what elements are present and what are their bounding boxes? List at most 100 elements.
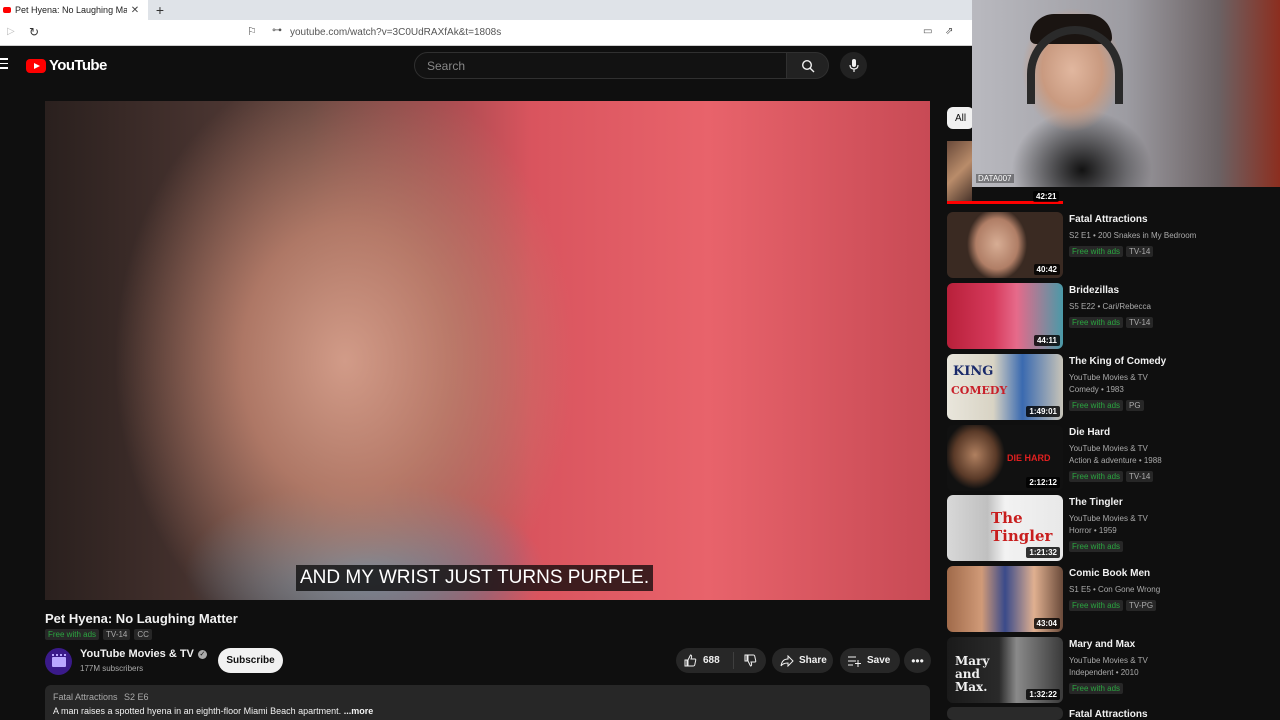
recommendation-thumbnail[interactable]: KING COMEDY 1:49:01 [947,354,1063,420]
rating-badge: TV-14 [1126,471,1154,482]
recommendation-meta: S1 E5 • Con Gone Wrong [1069,585,1161,594]
recommendation-thumbnail[interactable]: DIE HARD 2:12:12 [947,425,1063,491]
description-box[interactable]: Fatal Attractions S2 E6 A man raises a s… [45,685,930,720]
save-button[interactable]: Save [840,648,900,673]
share-button[interactable]: Share [772,648,833,673]
recommendation-item[interactable]: Fatal Attractions [947,707,1280,720]
screen: Pet Hyena: No Laughing Matter ✕ + ▷ ↻ ⚐ … [0,0,1280,720]
more-actions-button[interactable]: ••• [904,648,931,673]
video-caption: AND MY WRIST JUST TURNS PURPLE. [296,565,654,591]
free-with-ads-badge: Free with ads [1069,683,1124,694]
recommendation-title[interactable]: Comic Book Men [1069,568,1150,579]
thumbs-up-icon [684,654,697,667]
share-icon [780,654,794,667]
thumb-text-king: KING [953,364,994,379]
recommendation-duration: 43:04 [1033,618,1060,629]
recommendation-item[interactable]: 44:11 Bridezillas S5 E22 • Cari/Rebecca … [947,283,1280,349]
channel-avatar[interactable] [45,648,72,675]
recommendation-meta: S5 E22 • Cari/Rebecca [1069,302,1151,311]
recommendation-thumbnail[interactable]: Mary and Max. 1:32:22 [947,637,1063,703]
recommendation-meta: Comedy • 1983 [1069,385,1124,394]
close-tab-icon[interactable]: ✕ [127,5,143,16]
browser-tab[interactable]: Pet Hyena: No Laughing Matter ✕ [0,0,148,20]
recommendation-duration: 1:49:01 [1026,406,1060,417]
playlist-add-icon [848,656,861,667]
recommendation-title[interactable]: Die Hard [1069,427,1110,438]
recommendation-item[interactable]: 40:42 Fatal Attractions S2 E1 • 200 Snak… [947,212,1280,278]
free-with-ads-badge: Free with ads [1069,317,1124,328]
webcam-label: DATA007 [976,174,1014,183]
recommendation-title[interactable]: Fatal Attractions [1069,709,1148,720]
recommendation-thumbnail[interactable] [947,707,1063,720]
search-input[interactable] [415,53,786,78]
recommendation-title[interactable]: Mary and Max [1069,639,1135,650]
recommendation-item[interactable]: The Tingler 1:21:32 The Tingler YouTube … [947,495,1280,561]
cast-icon[interactable]: ▭ [923,26,932,37]
subscribe-button[interactable]: Subscribe [218,648,283,673]
description-text: A man raises a spotted hyena in an eight… [53,706,922,716]
voice-search-button[interactable] [840,52,867,79]
video-badges: Free with ads TV-14 CC [45,629,152,640]
dislike-button[interactable] [734,654,766,667]
search-button[interactable] [786,52,829,79]
like-count: 688 [703,655,720,666]
description-more-link[interactable]: ...more [344,706,374,716]
thumb-text-comedy: COMEDY [951,384,1008,397]
rating-badge: PG [1126,400,1144,411]
thumb-text-diehard: DIE HARD [1007,453,1051,463]
url-text[interactable]: youtube.com/watch?v=3C0UdRAXfAk&t=1808s [290,27,501,38]
free-with-ads-badge: Free with ads [1069,541,1124,552]
video-player[interactable] [45,101,930,600]
save-label: Save [867,655,891,666]
tab-title: Pet Hyena: No Laughing Matter [15,5,127,15]
filter-chip-all[interactable]: All [947,107,974,129]
bookmark-icon[interactable]: ⚐ [247,25,257,38]
recommendation-badges: Free with ads [1069,541,1124,552]
cc-badge: CC [134,629,152,640]
recommendation-title[interactable]: Fatal Attractions [1069,214,1148,225]
recommendation-thumbnail[interactable]: 43:04 [947,566,1063,632]
new-tab-button[interactable]: + [152,1,168,19]
recommendation-item[interactable]: 43:04 Comic Book Men S1 E5 • Con Gone Wr… [947,566,1280,632]
recommendation-duration: 40:42 [1033,264,1060,275]
recommendation-duration: 1:32:22 [1026,689,1060,700]
share-page-icon[interactable]: ⇗ [945,26,953,37]
hamburger-menu-icon[interactable] [0,58,8,70]
recommendation-thumbnail[interactable]: 40:42 [947,212,1063,278]
reload-icon[interactable]: ↻ [29,25,39,39]
rating-badge: TV-14 [1126,317,1154,328]
recommendation-item[interactable]: Mary and Max. 1:32:22 Mary and Max YouTu… [947,637,1280,703]
recommendation-item[interactable]: DIE HARD 2:12:12 Die Hard YouTube Movies… [947,425,1280,491]
thumb-text-marymax: Mary and Max. [955,654,990,694]
recommendation-badges: Free with ads [1069,683,1124,694]
description-episode: S2 E6 [124,692,149,702]
recommendation-thumbnail[interactable]: 44:11 [947,283,1063,349]
recommendation-duration: 44:11 [1033,335,1060,346]
forward-icon[interactable]: ▷ [7,26,15,37]
recommendation-title[interactable]: The King of Comedy [1069,356,1166,367]
youtube-logo-text: YouTube [49,57,107,74]
youtube-logo[interactable]: YouTube [26,57,107,74]
description-meta: Fatal Attractions S2 E6 [53,692,922,702]
like-button[interactable]: 688 [676,652,734,669]
recommendation-channel: YouTube Movies & TV [1069,444,1148,453]
channel-name[interactable]: YouTube Movies & TV ✓ [80,648,207,660]
recommendation-channel: YouTube Movies & TV [1069,656,1148,665]
recommendation-title[interactable]: Bridezillas [1069,285,1119,296]
search-icon [801,59,814,72]
thumbs-down-icon [744,654,756,667]
recommendation-thumbnail[interactable]: The Tingler 1:21:32 [947,495,1063,561]
recommendation-title[interactable]: The Tingler [1069,497,1123,508]
free-with-ads-badge: Free with ads [1069,246,1124,257]
recommendation-badges: Free with ads TV-14 [1069,246,1154,257]
first-recommendation-thumbnail[interactable] [947,141,972,203]
recommendation-channel: YouTube Movies & TV [1069,514,1148,523]
recommendation-item[interactable]: KING COMEDY 1:49:01 The King of Comedy Y… [947,354,1280,420]
recommendation-meta: Horror • 1959 [1069,526,1117,535]
like-dislike-group: 688 [676,648,766,673]
clapperboard-icon [51,653,66,667]
site-info-icon[interactable]: ⊶ [272,25,282,36]
recommendation-meta: S2 E1 • 200 Snakes in My Bedroom [1069,231,1197,240]
youtube-play-logo-icon [26,58,46,73]
first-recommendation-duration: 42:21 [1033,191,1060,202]
